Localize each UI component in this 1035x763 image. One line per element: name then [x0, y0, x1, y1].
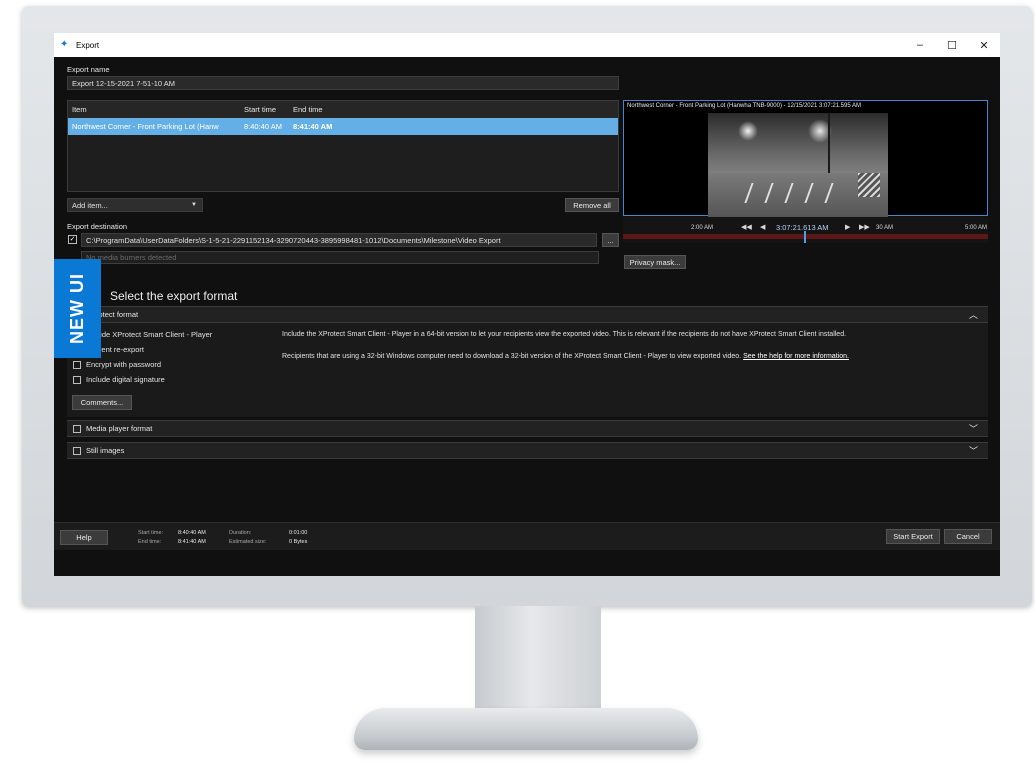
close-button[interactable]: ✕ [968, 33, 1000, 57]
chevron-down-icon: ▼ [191, 202, 197, 208]
window-title: Export [76, 40, 100, 50]
end-time-label: End time: [138, 539, 162, 545]
row-end-time: 8:41:40 AM [293, 122, 333, 131]
timeline-current-time: 3:07:21.613 AM [776, 223, 829, 232]
export-destination-label: Export destination [67, 222, 128, 231]
add-item-label: Add item... [72, 200, 108, 210]
xprotect-format-panel-body: Include XProtect Smart Client - Player P… [67, 323, 988, 417]
xprotect-format-panel-header[interactable]: XProtect format ︿ [67, 306, 988, 323]
chevron-down-icon: ﹀ [968, 424, 978, 434]
dialog-footer: Help Start time: 8:40:40 AM End time: 8:… [54, 522, 1000, 550]
help-link[interactable]: See the help for more information. [743, 353, 849, 360]
timeline-playhead[interactable] [804, 231, 806, 243]
media-player-format-checkbox[interactable] [73, 424, 81, 433]
play-reverse-icon[interactable]: ◀ [760, 223, 765, 231]
table-row[interactable]: Northwest Corner - Front Parking Lot (Ha… [68, 118, 618, 135]
estimated-size-value: 0 Bytes [289, 539, 308, 545]
monitor-neck [475, 606, 601, 716]
export-name-input[interactable]: Export 12-15-2021 7-51-10 AM [67, 76, 619, 90]
column-header-end-time[interactable]: End time [293, 105, 323, 114]
playback-timeline[interactable]: 2:00 AM ◀◀ ◀ 3:07:21.613 AM ▶ ▶▶ 30 AM 5… [623, 217, 988, 243]
step-back-icon[interactable]: ◀◀ [741, 223, 752, 231]
camera-frame-image [708, 113, 888, 217]
cancel-button[interactable]: Cancel [944, 529, 992, 544]
play-forward-icon[interactable]: ▶ [845, 223, 850, 231]
new-ui-banner-text: NEW UI [67, 273, 87, 344]
monitor-stand-base [354, 708, 698, 750]
still-images-checkbox[interactable] [73, 446, 81, 455]
remove-all-button[interactable]: Remove all [565, 198, 619, 212]
minimize-button[interactable]: – [904, 33, 936, 57]
export-format-heading: Select the export format [110, 289, 238, 303]
video-preview: Northwest Corner - Front Parking Lot (Ha… [623, 100, 988, 217]
column-header-item[interactable]: Item [72, 105, 87, 114]
export-dialog: ✦ Export – ☐ ✕ Export name Export 12-15-… [54, 33, 1000, 576]
option-encrypt-password[interactable]: Encrypt with password [67, 360, 161, 369]
export-destination-path-input[interactable]: C:\ProgramData\UserDataFolders\S-1-5-21-… [81, 233, 597, 247]
app-logo-icon: ✦ [60, 39, 69, 50]
timeline-tick-right: 5:00 AM [965, 225, 988, 231]
maximize-button[interactable]: ☐ [936, 33, 968, 57]
start-time-value: 8:40:40 AM [178, 530, 206, 536]
export-name-label: Export name [67, 65, 110, 74]
preview-camera-title: Northwest Corner - Front Parking Lot (Ha… [627, 103, 862, 109]
step-forward-icon[interactable]: ▶▶ [859, 223, 870, 231]
row-item-name: Northwest Corner - Front Parking Lot (Ha… [72, 122, 219, 131]
help-button[interactable]: Help [60, 530, 108, 545]
title-bar: ✦ Export – ☐ ✕ [54, 33, 1000, 57]
digital-signature-checkbox[interactable] [73, 375, 81, 384]
timeline-tick-left: 2:00 AM [691, 225, 714, 231]
table-header: Item Start time End time [68, 101, 618, 118]
duration-label: Duration: [229, 530, 252, 536]
still-images-label: Still images [86, 446, 125, 455]
player-32bit-note: Recipients that are using a 32-bit Windo… [282, 353, 849, 360]
timeline-tick-mid: 30 AM [876, 225, 894, 231]
window-controls: – ☐ ✕ [904, 33, 1000, 57]
player-32bit-text: Recipients that are using a 32-bit Windo… [282, 353, 742, 360]
option-digital-signature[interactable]: Include digital signature [67, 375, 165, 384]
estimated-size-label: Estimated size: [229, 539, 267, 545]
browse-button[interactable]: ... [602, 233, 619, 247]
comments-button[interactable]: Comments... [72, 395, 132, 410]
end-time-value: 8:41:40 AM [178, 539, 206, 545]
row-start-time: 8:40:40 AM [244, 122, 282, 131]
start-time-label: Start time: [138, 530, 164, 536]
encrypt-password-checkbox[interactable] [73, 360, 81, 369]
chevron-up-icon: ︿ [968, 310, 978, 320]
column-header-start-time[interactable]: Start time [244, 105, 276, 114]
media-player-format-label: Media player format [86, 424, 153, 433]
privacy-mask-button[interactable]: Privacy mask... [624, 255, 686, 269]
duration-value: 0:01:00 [289, 530, 308, 536]
media-burner-dropdown[interactable]: No media burners detected [81, 251, 599, 264]
add-item-dropdown[interactable]: Add item... ▼ [67, 198, 203, 212]
start-export-button[interactable]: Start Export [886, 529, 940, 544]
export-items-table: Item Start time End time Northwest Corne… [67, 100, 619, 192]
chevron-down-icon: ﹀ [968, 446, 978, 456]
media-player-format-panel-header[interactable]: Media player format ﹀ [67, 420, 988, 437]
new-ui-banner: NEW UI [54, 259, 101, 358]
player-description-text: Include the XProtect Smart Client - Play… [282, 331, 847, 338]
still-images-panel-header[interactable]: Still images ﹀ [67, 442, 988, 459]
export-destination-checkbox[interactable]: ✓ [68, 235, 77, 244]
